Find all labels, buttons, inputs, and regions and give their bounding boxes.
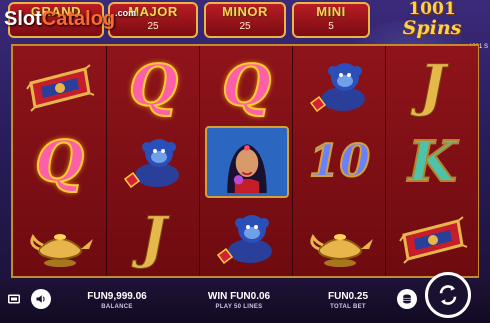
symbol-lamp (293, 200, 386, 276)
symbol-j-text: J (419, 53, 446, 119)
jackpot-mini-value: 5 (328, 21, 334, 32)
spin-button[interactable] (425, 272, 471, 318)
symbol-10: 10 (293, 124, 386, 200)
balance-label: BALANCE (101, 304, 133, 310)
symbol-princess (200, 124, 293, 200)
symbol-q: Q (200, 48, 293, 124)
symbol-magic-carpet (386, 200, 479, 276)
watermark-suffix: .com (115, 8, 137, 18)
coin-stack-icon (403, 294, 411, 304)
reel-5: JK (385, 46, 478, 276)
balance-display: FUN9,999.06 BALANCE (78, 290, 156, 312)
symbol-lamp (13, 200, 106, 276)
logo-number: 1001 (408, 0, 456, 19)
watermark: SlotCatalog.com (4, 8, 136, 31)
win-display: WIN FUN0.06 PLAY 50 LINES (196, 290, 282, 312)
symbol-monkey (107, 124, 200, 200)
fullscreen-button[interactable] (4, 289, 24, 309)
symbol-q-text: Q (221, 53, 272, 119)
symbol-k: K (386, 124, 479, 200)
symbol-magic-carpet (13, 48, 106, 124)
symbol-q: Q (13, 124, 106, 200)
symbol-q: Q (107, 48, 200, 124)
symbol-k-text: K (407, 129, 458, 195)
jackpot-minor-label: MINOR (222, 4, 268, 19)
bet-label: TOTAL BET (330, 304, 366, 310)
watermark-part1: Slot (4, 8, 42, 30)
symbol-monkey (200, 200, 293, 276)
bet-display[interactable]: FUN0.25 TOTAL BET (318, 290, 378, 312)
reel-1: Q (13, 46, 106, 276)
logo-word: Spins (402, 17, 462, 39)
symbol-j: J (107, 200, 200, 276)
speaker-icon (36, 295, 45, 303)
reel-3: Q (199, 46, 292, 276)
watermark-part2: Catalog (41, 8, 116, 30)
reel-area: Q Q J Q 10 J K (11, 44, 479, 278)
symbol-10-text: 10 (308, 135, 371, 188)
symbol-q-text: Q (128, 53, 179, 119)
game-logo: 1001 Spins (376, 0, 488, 42)
jackpot-mini-label: MINI (316, 4, 346, 19)
reel-2: QJ (106, 46, 199, 276)
jackpot-minor: MINOR 25 (204, 2, 286, 38)
bet-settings-button[interactable] (397, 289, 417, 309)
symbol-q-text: Q (34, 129, 85, 195)
symbol-j-text: J (140, 205, 167, 271)
balance-value: FUN9,999.06 (87, 291, 147, 302)
symbol-monkey (293, 48, 386, 124)
fullscreen-icon (8, 294, 20, 304)
bet-value: FUN0.25 (327, 291, 368, 302)
win-value: WIN FUN0.06 (207, 291, 271, 302)
reel-4: 10 (292, 46, 385, 276)
spin-arrows-icon (439, 285, 457, 305)
lines-label: PLAY 50 LINES (215, 304, 263, 310)
sound-button[interactable] (31, 289, 51, 309)
symbol-j: J (386, 48, 479, 124)
jackpot-minor-value: 25 (239, 21, 251, 32)
jackpot-mini: MINI 5 (292, 2, 370, 38)
